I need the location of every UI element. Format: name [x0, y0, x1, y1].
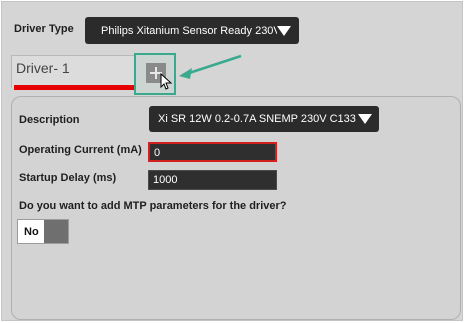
description-value: Xi SR 12W 0.2-0.7A SNEMP 230V C133 sXt [158, 113, 358, 125]
operating-current-label: Operating Current (mA) [19, 144, 142, 156]
mtp-toggle[interactable]: No [17, 219, 69, 244]
description-label: Description [19, 114, 80, 126]
operating-current-input[interactable]: 0 [148, 142, 277, 162]
cursor-icon [160, 73, 173, 90]
tab-title: Driver- 1 [16, 60, 70, 76]
description-dropdown[interactable]: Xi SR 12W 0.2-0.7A SNEMP 230V C133 sXt [149, 106, 379, 132]
toggle-knob [44, 220, 68, 243]
mtp-toggle-label: No [24, 226, 39, 238]
driver-type-value: Philips Xitanium Sensor Ready 230V [101, 24, 277, 37]
dropdown-arrow-icon [358, 114, 372, 124]
startup-delay-input[interactable]: 1000 [148, 170, 277, 190]
mtp-question: Do you want to add MTP parameters for th… [19, 200, 287, 212]
driver-type-dropdown[interactable]: Philips Xitanium Sensor Ready 230V [85, 17, 299, 44]
startup-delay-label: Startup Delay (ms) [19, 172, 117, 184]
add-driver-highlight [134, 53, 176, 95]
required-indicator-bar [14, 85, 135, 90]
driver-type-label: Driver Type [14, 23, 74, 35]
annotation-arrow-icon [179, 54, 242, 79]
dropdown-arrow-icon [277, 25, 291, 36]
